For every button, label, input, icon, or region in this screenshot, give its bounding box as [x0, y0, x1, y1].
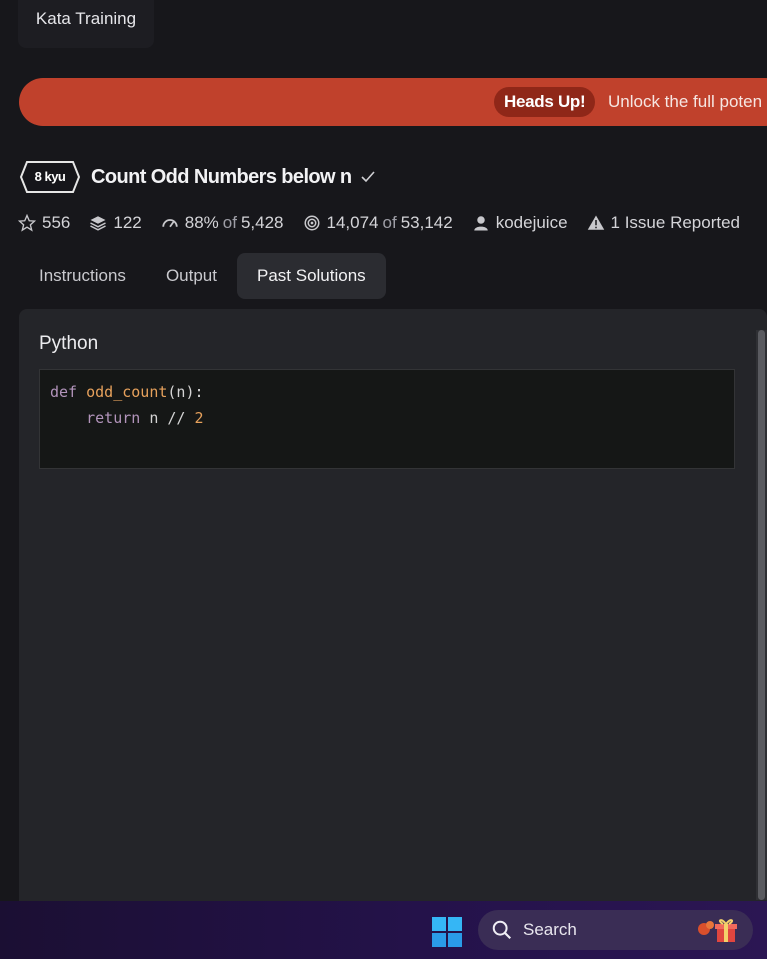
search-label: Search	[523, 920, 577, 939]
attempted-count: 53,142	[400, 213, 453, 232]
tab-past-solutions[interactable]: Past Solutions	[236, 253, 386, 299]
author-name: kodejuice	[495, 213, 568, 232]
solution-code-block[interactable]: def odd_count(n): return n // 2	[39, 369, 735, 469]
heads-up-banner[interactable]: Heads Up! Unlock the full poten	[19, 78, 767, 126]
star-icon	[18, 214, 36, 232]
user-icon	[473, 216, 488, 231]
warning-icon	[587, 215, 604, 230]
author-link[interactable]: kodejuice	[472, 213, 568, 233]
target-icon	[304, 215, 320, 231]
tab-instructions[interactable]: Instructions	[19, 253, 146, 299]
windows-start-icon[interactable]	[432, 917, 462, 947]
code-line1-rest: (n):	[167, 383, 204, 401]
search-icon	[492, 920, 512, 940]
stars-stat[interactable]: 556	[18, 213, 70, 233]
past-solutions-panel: Python def odd_count(n): return n // 2	[19, 309, 767, 909]
satisfaction-total: 5,428	[240, 213, 284, 232]
rank-badge: 8 kyu	[19, 160, 81, 194]
banner-message: Unlock the full poten	[608, 92, 763, 111]
completion-stat: 14,074 of 53,142	[303, 213, 453, 233]
completed-count: 14,074	[326, 213, 379, 232]
kata-title-row: 8 kyu Count Odd Numbers below n	[19, 159, 376, 195]
issues-link[interactable]: 1 Issue Reported	[587, 213, 740, 233]
kata-stats: 556 122 88% of 5,428 14,074 of 53,142 ko…	[18, 212, 740, 234]
kata-tabs: Instructions Output Past Solutions	[19, 253, 386, 299]
code-function-name: odd_count	[86, 383, 168, 401]
gauge-icon	[162, 219, 178, 228]
taskbar-search[interactable]: Search	[478, 910, 753, 950]
gift-icon	[698, 919, 737, 942]
collections-count: 122	[113, 213, 142, 232]
stars-count: 556	[42, 213, 71, 232]
solution-language: Python	[39, 333, 99, 354]
code-number: 2	[194, 409, 204, 427]
code-keyword-return: return	[86, 409, 141, 427]
satisfaction-percent: 88%	[184, 213, 219, 232]
rank-label: 8 kyu	[34, 169, 66, 184]
tab-output[interactable]: Output	[146, 253, 237, 299]
check-icon	[360, 170, 376, 184]
kata-training-label: Kata Training	[35, 9, 137, 28]
satisfaction-stat: 88% of 5,428	[161, 213, 284, 233]
satisfaction-of: of	[222, 213, 237, 232]
heads-up-badge: Heads Up!	[494, 87, 596, 117]
code-keyword-def: def	[50, 383, 78, 401]
kata-training-tab[interactable]: Kata Training	[18, 0, 154, 48]
code-line2-rest: n //	[140, 409, 195, 427]
scrollbar-thumb[interactable]	[758, 330, 765, 900]
layers-icon	[90, 216, 107, 231]
kata-title: Count Odd Numbers below n	[91, 165, 352, 188]
completed-of: of	[382, 213, 397, 232]
page-scrollbar[interactable]	[756, 330, 767, 900]
issues-count: 1 Issue Reported	[610, 213, 740, 232]
windows-taskbar: Search	[0, 901, 767, 959]
collections-stat[interactable]: 122	[89, 213, 142, 233]
